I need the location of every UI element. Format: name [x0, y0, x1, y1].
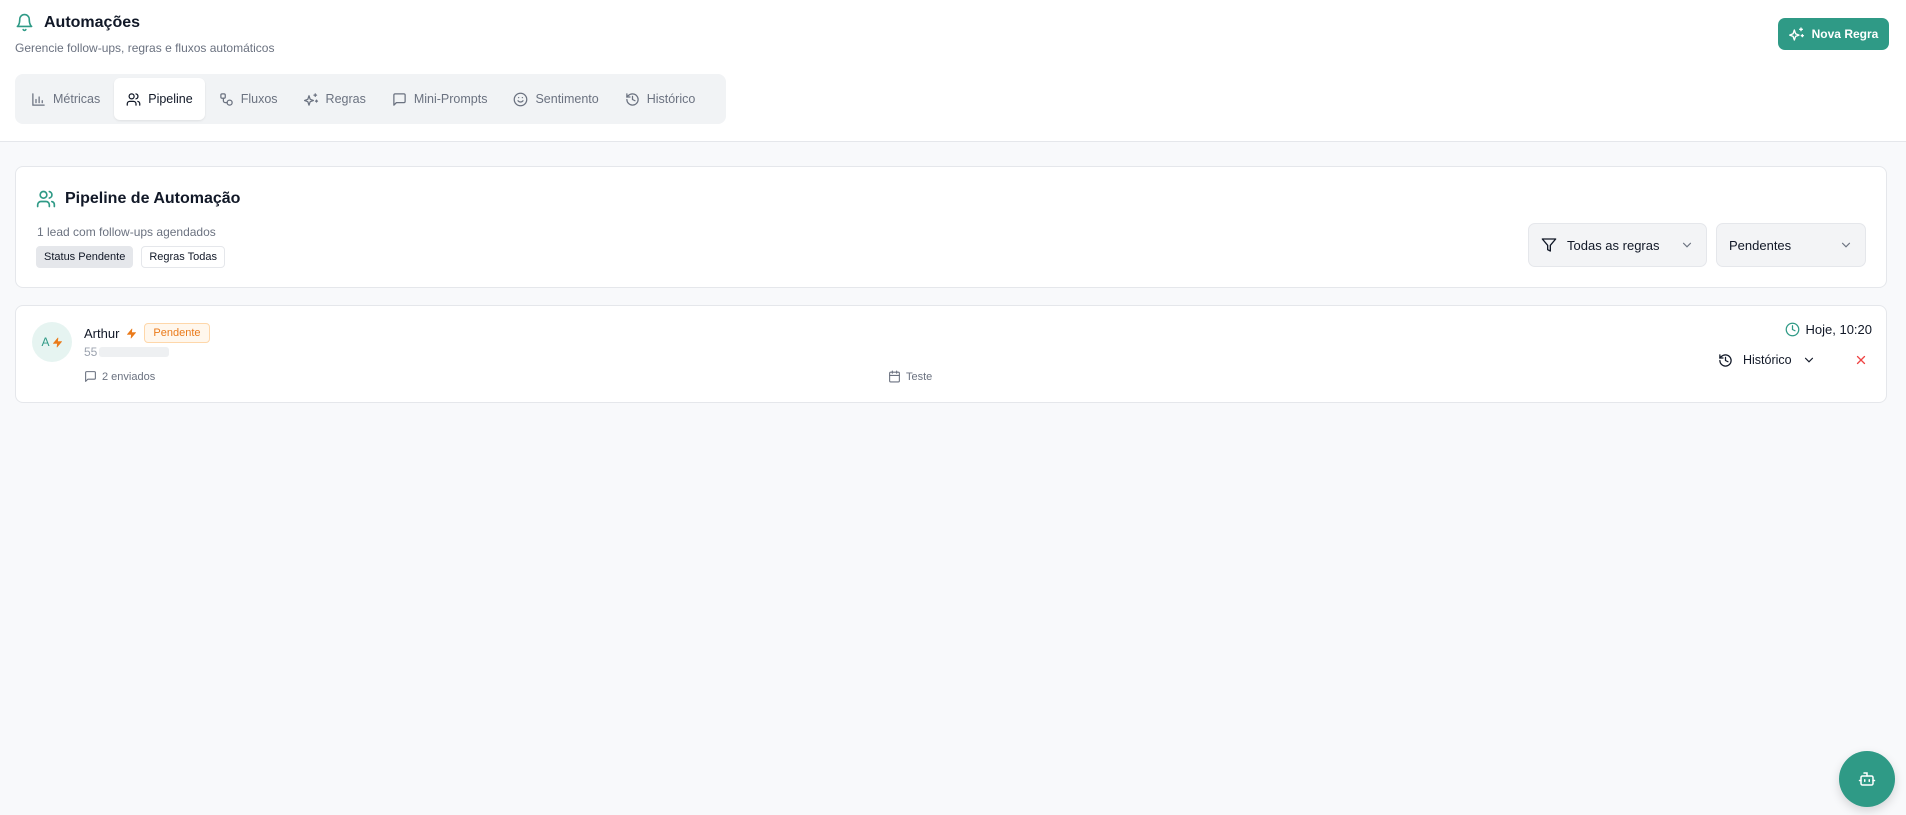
- page-header: Automações Gerencie follow-ups, regras e…: [0, 0, 1906, 142]
- status-filter-select[interactable]: Pendentes: [1716, 223, 1866, 267]
- tab-metricas[interactable]: Métricas: [19, 78, 112, 120]
- tab-label: Histórico: [646, 92, 696, 106]
- tab-pipeline[interactable]: Pipeline: [114, 78, 205, 120]
- phone-prefix: 55: [84, 345, 98, 359]
- assistant-bot-button[interactable]: [1839, 751, 1895, 807]
- scheduled-time: Hoje, 10:20: [1785, 322, 1873, 337]
- users-icon: [36, 189, 56, 209]
- tab-label: Regras: [325, 92, 366, 106]
- tab-label: Fluxos: [240, 92, 278, 106]
- page-subtitle: Gerencie follow-ups, regras e fluxos aut…: [15, 41, 275, 55]
- workflow-icon: [219, 92, 234, 107]
- lead-card[interactable]: A Arthur Pendente 55 2 enviados Teste Ho…: [15, 305, 1887, 403]
- cancel-followup-button[interactable]: [1847, 346, 1875, 374]
- status-filter-value: Pendentes: [1729, 237, 1792, 253]
- flow-name-label: Teste: [906, 370, 933, 383]
- lead-name-row: Arthur Pendente: [84, 323, 210, 343]
- history-icon: [625, 92, 640, 107]
- rules-filter-select[interactable]: Todas as regras: [1528, 223, 1707, 267]
- close-icon: [1854, 353, 1868, 367]
- zap-icon: [126, 327, 137, 340]
- message-square-icon: [392, 92, 407, 107]
- lead-name: Arthur: [84, 325, 120, 341]
- sent-count: 2 enviados: [84, 370, 155, 383]
- users-icon: [126, 92, 141, 107]
- new-rule-button[interactable]: Nova Regra: [1778, 18, 1889, 50]
- avatar-initial: A: [41, 335, 50, 349]
- sparkles-icon: [1788, 26, 1805, 42]
- tab-historico[interactable]: Histórico: [613, 78, 708, 120]
- tab-label: Métricas: [53, 92, 101, 106]
- tab-fluxos[interactable]: Fluxos: [207, 78, 290, 120]
- chevron-down-icon: [1802, 353, 1816, 367]
- chevron-down-icon: [1839, 238, 1853, 252]
- chevron-down-icon: [1680, 238, 1694, 252]
- redacted-phone: [99, 347, 170, 357]
- active-filter-chips: Status Pendente Regras Todas: [36, 246, 226, 268]
- calendar-icon: [888, 370, 901, 383]
- tab-label: Pipeline: [148, 92, 193, 106]
- avatar: A: [32, 322, 72, 362]
- tab-bar: Métricas Pipeline Fluxos Regras Mini-Pro…: [15, 74, 726, 124]
- bell-icon: [15, 13, 34, 32]
- sparkles-icon: [303, 92, 319, 107]
- smile-icon: [513, 92, 528, 107]
- bar-chart-icon: [31, 92, 46, 107]
- pipeline-card: Pipeline de Automação 1 lead com follow-…: [15, 166, 1887, 288]
- tab-label: Mini-Prompts: [413, 92, 488, 106]
- pipeline-description: 1 lead com follow-ups agendados: [37, 225, 216, 239]
- sent-count-label: 2 enviados: [102, 370, 156, 383]
- history-toggle-button[interactable]: Histórico: [1708, 344, 1826, 376]
- tab-sentimento[interactable]: Sentimento: [501, 78, 610, 120]
- pipeline-title: Pipeline de Automação: [65, 190, 241, 207]
- filter-icon: [1541, 237, 1557, 253]
- message-square-icon: [84, 370, 97, 383]
- page-title: Automações: [44, 13, 141, 31]
- clock-icon: [1785, 322, 1800, 337]
- tab-regras[interactable]: Regras: [292, 78, 378, 120]
- tab-label: Sentimento: [535, 92, 599, 106]
- title-row: Automações: [15, 13, 140, 32]
- lead-phone: 55: [84, 345, 170, 359]
- history-label: Histórico: [1743, 353, 1792, 367]
- status-badge: Pendente: [144, 323, 210, 343]
- tab-mini-prompts[interactable]: Mini-Prompts: [380, 78, 500, 120]
- rules-filter-value: Todas as regras: [1567, 237, 1660, 253]
- rules-chip: Regras Todas: [141, 246, 226, 268]
- status-chip: Status Pendente: [36, 246, 134, 268]
- bot-icon: [1858, 770, 1876, 788]
- new-rule-label: Nova Regra: [1811, 27, 1879, 41]
- history-icon: [1718, 353, 1733, 368]
- zap-icon: [52, 337, 63, 348]
- scheduled-time-label: Hoje, 10:20: [1805, 322, 1873, 337]
- pipeline-title-row: Pipeline de Automação: [36, 189, 240, 209]
- flow-name: Teste: [888, 370, 932, 383]
